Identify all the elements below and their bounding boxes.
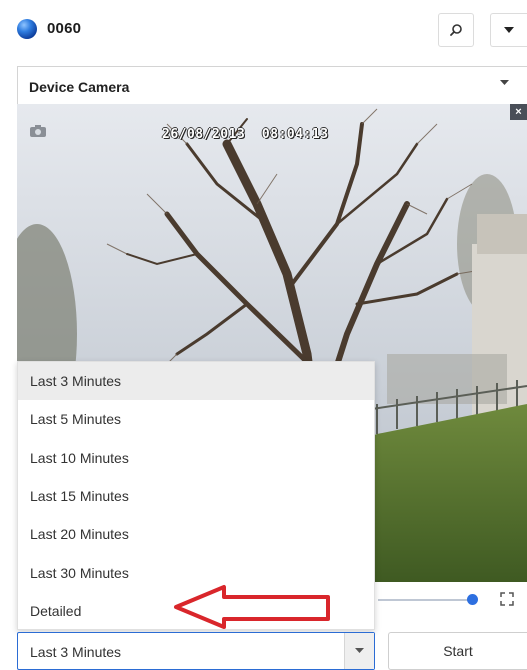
start-button[interactable]: Start [388,632,527,670]
camera-timestamp: 26/08/2013 08:04:13 [162,127,329,142]
device-id: 0060 [47,20,82,37]
time-range-select[interactable]: Last 3 Minutes [17,632,375,670]
close-camera-button[interactable]: × [510,104,527,120]
time-range-option[interactable]: Last 10 Minutes [18,439,374,477]
playback-bar [378,582,527,624]
camera-select[interactable]: Device Camera [17,66,527,104]
annotation-arrow-icon [174,585,330,629]
chevron-down-icon [500,80,509,85]
camera-select-value: Device Camera [29,79,130,95]
chevron-down-icon [355,648,364,653]
device-camera-panel: 0060 Device Camera 26/08/2013 08:04:13 ×… [0,0,527,670]
header-menu-button[interactable] [490,13,527,47]
device-header: 0060 [0,0,527,55]
time-range-option[interactable]: Last 15 Minutes [18,477,374,515]
time-range-select-value: Last 3 Minutes [30,644,122,660]
fullscreen-icon[interactable] [500,592,514,606]
time-range-option[interactable]: Last 3 Minutes [18,362,374,401]
playback-slider-track[interactable] [378,599,470,601]
time-range-option[interactable]: Last 20 Minutes [18,515,374,553]
device-status-globe-icon [17,19,37,39]
playback-slider-thumb[interactable] [467,594,478,605]
caret-down-icon [504,27,514,33]
search-icon [450,24,462,36]
camera-icon[interactable] [29,124,47,138]
search-button[interactable] [438,13,474,47]
time-range-option[interactable]: Last 5 Minutes [18,400,374,438]
time-range-select-toggle[interactable] [344,633,374,669]
